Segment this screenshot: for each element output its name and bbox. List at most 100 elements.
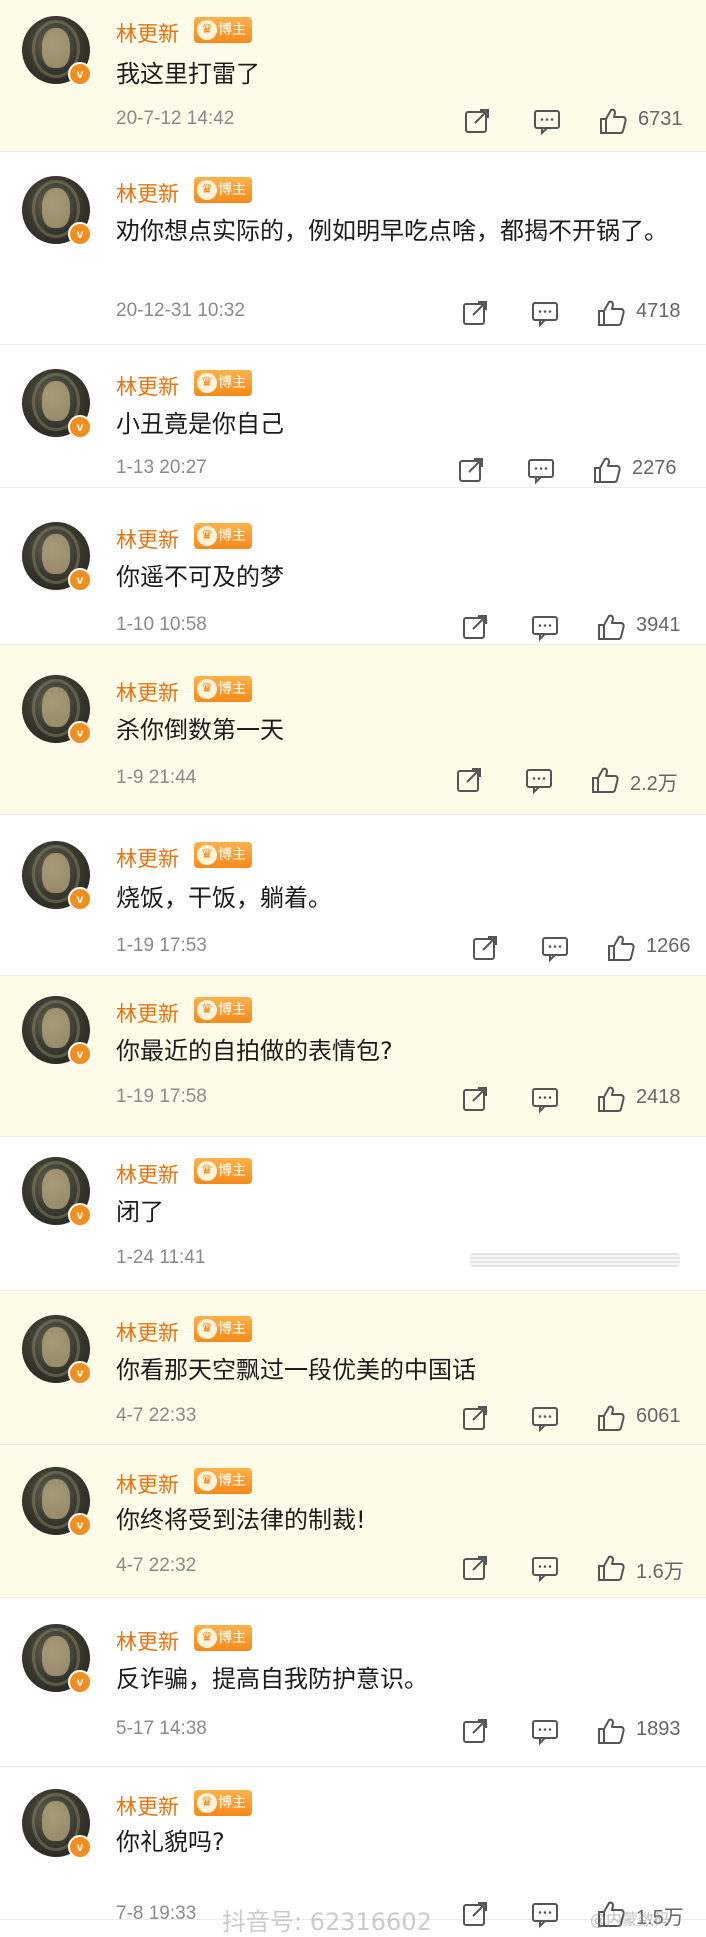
avatar[interactable]: v bbox=[22, 675, 92, 745]
verified-icon: v bbox=[68, 1203, 92, 1227]
timestamp: 20-12-31 10:32 bbox=[116, 300, 245, 321]
avatar[interactable]: v bbox=[22, 1624, 92, 1694]
comment-icon[interactable] bbox=[530, 1716, 560, 1746]
thumbs-up-icon[interactable] bbox=[596, 612, 626, 642]
blogger-badge: ♛ 博主 bbox=[194, 676, 252, 702]
comment-item[interactable]: v 林更新 ♛ 博主 杀你倒数第一天 1-9 21:44 2.2万 bbox=[0, 645, 706, 815]
comment-icon[interactable] bbox=[524, 765, 554, 795]
avatar[interactable]: v bbox=[22, 16, 92, 86]
username[interactable]: 林更新 bbox=[116, 18, 179, 48]
repost-icon[interactable] bbox=[470, 933, 500, 963]
comment-actions: 1893 bbox=[460, 1716, 706, 1746]
comment-icon[interactable] bbox=[532, 106, 562, 136]
repost-icon[interactable] bbox=[460, 612, 490, 642]
crown-icon: ♛ bbox=[197, 180, 217, 200]
comment-icon[interactable] bbox=[530, 1403, 560, 1433]
verified-icon: v bbox=[68, 1361, 92, 1385]
comment-actions: 6731 bbox=[462, 106, 706, 136]
username[interactable]: 林更新 bbox=[116, 371, 179, 401]
comment-icon[interactable] bbox=[530, 1553, 560, 1583]
repost-icon[interactable] bbox=[454, 765, 484, 795]
avatar[interactable]: v bbox=[22, 1315, 92, 1385]
repost-icon[interactable] bbox=[456, 455, 486, 485]
repost-icon[interactable] bbox=[460, 1716, 490, 1746]
comment-actions: 2.2万 bbox=[454, 765, 706, 795]
weibo-watermark: @内蒙数码 bbox=[590, 1910, 671, 1929]
username[interactable]: 林更新 bbox=[116, 677, 179, 707]
repost-icon[interactable] bbox=[460, 1899, 490, 1929]
verified-icon: v bbox=[68, 568, 92, 592]
avatar[interactable]: v bbox=[22, 841, 92, 911]
username[interactable]: 林更新 bbox=[116, 998, 179, 1028]
thumbs-up-icon[interactable] bbox=[596, 1553, 626, 1583]
thumbs-up-icon[interactable] bbox=[590, 765, 620, 795]
avatar[interactable]: v bbox=[22, 176, 92, 246]
blogger-badge: ♛ 博主 bbox=[194, 1158, 252, 1184]
thumbs-up-icon[interactable] bbox=[606, 933, 636, 963]
comment-actions: 1266 bbox=[470, 933, 706, 963]
username[interactable]: 林更新 bbox=[116, 524, 179, 554]
thumbs-up-icon[interactable] bbox=[596, 1084, 626, 1114]
crown-icon: ♛ bbox=[197, 373, 217, 393]
username[interactable]: 林更新 bbox=[116, 843, 179, 873]
crown-icon: ♛ bbox=[197, 1793, 217, 1813]
like-count: 1266 bbox=[646, 935, 691, 957]
avatar[interactable]: v bbox=[22, 522, 92, 592]
comment-icon[interactable] bbox=[540, 933, 570, 963]
timestamp: 20-7-12 14:42 bbox=[116, 108, 235, 129]
blogger-badge: ♛ 博主 bbox=[194, 1316, 252, 1342]
comment-icon[interactable] bbox=[530, 1899, 560, 1929]
username[interactable]: 林更新 bbox=[116, 1469, 179, 1499]
verified-icon: v bbox=[68, 62, 92, 86]
comment-actions: 4718 bbox=[460, 298, 706, 328]
avatar[interactable]: v bbox=[22, 369, 92, 439]
blogger-badge: ♛ 博主 bbox=[194, 842, 252, 868]
like-count: 1893 bbox=[636, 1718, 681, 1740]
comment-item[interactable]: v 林更新 ♛ 博主 你礼貌吗? 7-8 19:33 1.5万 bbox=[0, 1767, 706, 1929]
avatar[interactable]: v bbox=[22, 1467, 92, 1537]
avatar[interactable]: v bbox=[22, 996, 92, 1066]
comment-item[interactable]: v 林更新 ♛ 博主 劝你想点实际的，例如明早吃点啥，都揭不开锅了。 20-12-31 1… bbox=[0, 152, 706, 345]
comment-item[interactable]: v 林更新 ♛ 博主 反诈骗，提高自我防护意识。 5-17 14:38 1893 bbox=[0, 1598, 706, 1767]
crown-icon: ♛ bbox=[197, 526, 217, 546]
comment-item[interactable]: v 林更新 ♛ 博主 你遥不可及的梦 1-10 10:58 3941 bbox=[0, 488, 706, 645]
comment-item[interactable]: v 林更新 ♛ 博主 小丑竟是你自己 1-13 20:27 2276 bbox=[0, 345, 706, 488]
thumbs-up-icon[interactable] bbox=[592, 455, 622, 485]
comment-item[interactable]: v 林更新 ♛ 博主 你看那天空飘过一段优美的中国话 4-7 22:33 6061 bbox=[0, 1291, 706, 1445]
timestamp: 4-7 22:32 bbox=[116, 1555, 197, 1576]
repost-icon[interactable] bbox=[460, 1553, 490, 1583]
username[interactable]: 林更新 bbox=[116, 1791, 179, 1821]
blogger-badge-label: 博主 bbox=[218, 182, 246, 198]
comment-item[interactable]: v 林更新 ♛ 博主 闭了 1-24 11:41 bbox=[0, 1137, 706, 1291]
thumbs-up-icon[interactable] bbox=[596, 1403, 626, 1433]
blogger-badge-label: 博主 bbox=[218, 1630, 246, 1646]
repost-icon[interactable] bbox=[460, 1084, 490, 1114]
username[interactable]: 林更新 bbox=[116, 1317, 179, 1347]
comment-text: 你看那天空飘过一段优美的中国话 bbox=[116, 1356, 476, 1384]
repost-icon[interactable] bbox=[460, 1403, 490, 1433]
comment-icon[interactable] bbox=[530, 1084, 560, 1114]
comment-actions: 1.6万 bbox=[460, 1553, 706, 1583]
avatar[interactable]: v bbox=[22, 1789, 92, 1859]
comment-text: 闭了 bbox=[116, 1198, 164, 1226]
comment-item[interactable]: v 林更新 ♛ 博主 我这里打雷了 20-7-12 14:42 6731 bbox=[0, 0, 706, 152]
blogger-badge: ♛ 博主 bbox=[194, 1625, 252, 1651]
username[interactable]: 林更新 bbox=[116, 1626, 179, 1656]
comment-item[interactable]: v 林更新 ♛ 博主 烧饭，干饭，躺着。 1-19 17:53 1266 bbox=[0, 815, 706, 976]
username[interactable]: 林更新 bbox=[116, 178, 179, 208]
comment-icon[interactable] bbox=[530, 612, 560, 642]
avatar[interactable]: v bbox=[22, 1157, 92, 1227]
comment-item[interactable]: v 林更新 ♛ 博主 你终将受到法律的制裁! 4-7 22:32 1.6万 bbox=[0, 1445, 706, 1598]
comment-icon[interactable] bbox=[526, 455, 556, 485]
thumbs-up-icon[interactable] bbox=[596, 1716, 626, 1746]
thumbs-up-icon[interactable] bbox=[596, 298, 626, 328]
comment-item[interactable]: v 林更新 ♛ 博主 你最近的自拍做的表情包? 1-19 17:58 2418 bbox=[0, 976, 706, 1137]
verified-icon: v bbox=[68, 887, 92, 911]
thumbs-up-icon[interactable] bbox=[598, 106, 628, 136]
crown-icon: ♛ bbox=[197, 1000, 217, 1020]
username[interactable]: 林更新 bbox=[116, 1159, 179, 1189]
blogger-badge-label: 博主 bbox=[218, 847, 246, 863]
repost-icon[interactable] bbox=[460, 298, 490, 328]
comment-icon[interactable] bbox=[530, 298, 560, 328]
repost-icon[interactable] bbox=[462, 106, 492, 136]
